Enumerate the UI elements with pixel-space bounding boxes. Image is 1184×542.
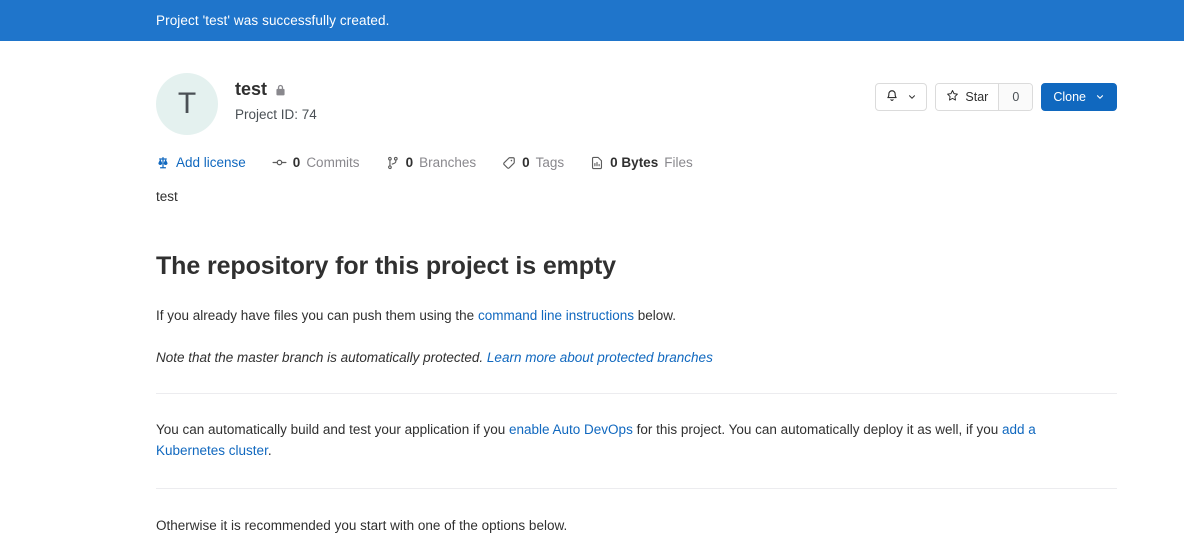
- enable-auto-devops-link[interactable]: enable Auto DevOps: [509, 422, 633, 437]
- star-label: Star: [965, 90, 989, 104]
- clone-button[interactable]: Clone: [1041, 83, 1117, 111]
- command-line-instructions-link[interactable]: command line instructions: [478, 308, 634, 323]
- avatar-letter: T: [177, 87, 197, 120]
- file-icon: [590, 156, 604, 170]
- page-title: test: [235, 79, 268, 99]
- branches-label: Branches: [419, 155, 477, 170]
- star-icon: [946, 89, 959, 105]
- note-text: Note that the master branch is automatic…: [156, 349, 487, 365]
- notification-dropdown-button[interactable]: [875, 83, 928, 111]
- lock-icon: [274, 84, 287, 97]
- add-license-link[interactable]: Add license: [176, 155, 246, 170]
- branch-icon: [386, 156, 400, 170]
- devops-text-3: .: [267, 442, 272, 458]
- stat-add-license[interactable]: Add license: [156, 155, 246, 170]
- files-size: 0 Bytes: [610, 155, 659, 170]
- license-scale-icon: [156, 156, 170, 170]
- avatar: T: [156, 73, 218, 135]
- clone-label: Clone: [1053, 90, 1086, 104]
- tags-count: 0: [522, 155, 530, 170]
- commits-label: Commits: [306, 155, 360, 170]
- project-meta: test Project ID: 74: [235, 72, 875, 122]
- project-id: Project ID: 74: [235, 106, 317, 122]
- stat-branches[interactable]: 0 Branches: [386, 155, 477, 170]
- stat-commits[interactable]: 0 Commits: [272, 155, 360, 170]
- project-stats-row: Add license 0 Commits 0 Branches 0 Tags …: [156, 155, 1117, 170]
- bell-icon: [885, 89, 899, 106]
- auto-devops-paragraph: You can automatically build and test you…: [156, 420, 1086, 462]
- divider-1: [156, 392, 1117, 394]
- tags-label: Tags: [535, 155, 565, 170]
- project-title-row: test: [235, 79, 875, 101]
- protected-branches-link[interactable]: Learn more about protected branches: [487, 350, 713, 365]
- star-count[interactable]: 0: [998, 84, 1033, 110]
- project-header: T test Project ID: 74 Star 0 Clone: [156, 41, 1117, 135]
- divider-2: [156, 487, 1117, 489]
- push-instructions-paragraph: If you already have files you can push t…: [156, 306, 1117, 327]
- project-description: test: [156, 189, 178, 204]
- devops-text-1: You can automatically build and test you…: [156, 421, 509, 437]
- project-header-actions: Star 0 Clone: [875, 72, 1117, 111]
- chevron-down-icon: [1095, 92, 1105, 102]
- push-text-after: below.: [634, 308, 677, 323]
- push-text-before: If you already have files you can push t…: [156, 308, 478, 323]
- protected-branch-note: Note that the master branch is automatic…: [156, 348, 1117, 369]
- commit-icon: [272, 155, 287, 170]
- flash-message: Project 'test' was successfully created.: [156, 13, 390, 28]
- star-button[interactable]: Star: [936, 84, 999, 110]
- devops-text-2: for this project. You can automatically …: [632, 421, 1003, 437]
- stat-tags[interactable]: 0 Tags: [502, 155, 564, 170]
- commits-count: 0: [292, 155, 301, 170]
- tag-icon: [502, 156, 516, 170]
- flash-success-banner: Project 'test' was successfully created.: [0, 0, 1184, 41]
- empty-repo-title: The repository for this project is empty: [156, 252, 616, 280]
- branches-count: 0: [405, 155, 414, 170]
- stat-files[interactable]: 0 Bytes Files: [590, 155, 693, 170]
- star-button-group: Star 0: [935, 83, 1034, 111]
- otherwise-paragraph: Otherwise it is recommended you start wi…: [156, 517, 568, 533]
- chevron-down-icon: [907, 92, 917, 102]
- files-label: Files: [664, 155, 693, 170]
- project-page: T test Project ID: 74 Star 0 Clone Add l…: [0, 41, 1184, 542]
